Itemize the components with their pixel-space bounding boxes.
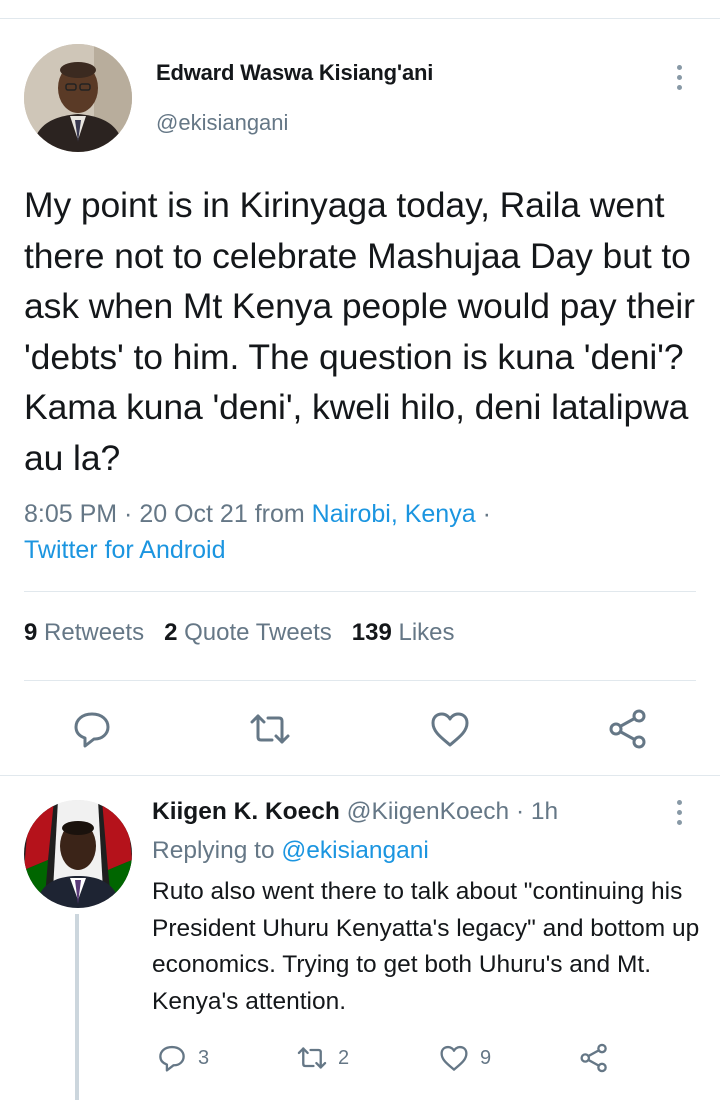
retweets-stat[interactable]: 9 Retweets: [24, 619, 144, 646]
like-icon[interactable]: [428, 707, 472, 751]
reply-reply-button[interactable]: 3: [156, 1040, 209, 1076]
quote-tweets-stat[interactable]: 2 Quote Tweets: [164, 619, 332, 646]
stats-divider-bottom: [24, 680, 696, 681]
thread-line: [75, 914, 79, 1100]
reply-time[interactable]: 1h: [531, 798, 558, 825]
reply-divider: [0, 775, 720, 776]
retweet-count: 2: [338, 1046, 350, 1069]
reply-text: Ruto also went there to talk about "cont…: [152, 878, 700, 1015]
location-link[interactable]: Nairobi, Kenya: [312, 500, 476, 528]
retweet-icon: [297, 1047, 327, 1069]
tweet-meta: 8:05 PM · 20 Oct 21 from Nairobi, Kenya …: [24, 500, 491, 564]
author-avatar[interactable]: [24, 44, 132, 152]
replying-to-handle[interactable]: @ekisiangani: [281, 837, 428, 864]
like-icon: [440, 1045, 468, 1071]
tweet-time: 8:05 PM: [24, 500, 118, 528]
reply-share-button[interactable]: [578, 1040, 610, 1076]
avatar-photo: [24, 44, 132, 152]
avatar-photo: [24, 800, 132, 908]
stats-divider-top: [24, 591, 696, 592]
more-options-icon[interactable]: [664, 60, 694, 94]
reply-author-name[interactable]: Kiigen K. Koech: [152, 798, 340, 825]
retweet-icon[interactable]: [248, 707, 292, 751]
reply-author-handle[interactable]: @KiigenKoech: [347, 798, 509, 825]
reply-icon[interactable]: [70, 707, 114, 751]
replying-to: Replying to @ekisiangani: [152, 837, 429, 865]
share-icon[interactable]: [606, 707, 650, 751]
engagement-stats: 9 Retweets 2 Quote Tweets 139 Likes: [24, 619, 455, 647]
reply-more-options-icon[interactable]: [664, 796, 694, 828]
reply-count: 3: [198, 1046, 210, 1069]
top-divider: [0, 18, 720, 19]
replying-label: Replying to: [152, 837, 275, 864]
client-link[interactable]: Twitter for Android: [24, 536, 225, 564]
tweet-text: My point is in Kirinyaga today, Raila we…: [24, 185, 695, 478]
reply-header: Kiigen K. Koech @KiigenKoech · 1h: [152, 798, 558, 826]
author-name[interactable]: Edward Waswa Kisiang'ani: [156, 60, 433, 86]
reply-separator: ·: [515, 798, 525, 825]
author-handle[interactable]: @ekisiangani: [156, 110, 288, 136]
like-count: 9: [480, 1046, 492, 1069]
reply-like-button[interactable]: 9: [438, 1040, 491, 1076]
reply-icon: [159, 1045, 185, 1072]
from-label: from: [254, 500, 305, 528]
reply-retweet-button[interactable]: 2: [296, 1040, 349, 1076]
share-icon: [580, 1043, 607, 1073]
tweet-date: 20 Oct 21: [139, 500, 248, 528]
likes-stat[interactable]: 139 Likes: [352, 619, 455, 646]
reply-author-avatar[interactable]: [24, 800, 132, 908]
